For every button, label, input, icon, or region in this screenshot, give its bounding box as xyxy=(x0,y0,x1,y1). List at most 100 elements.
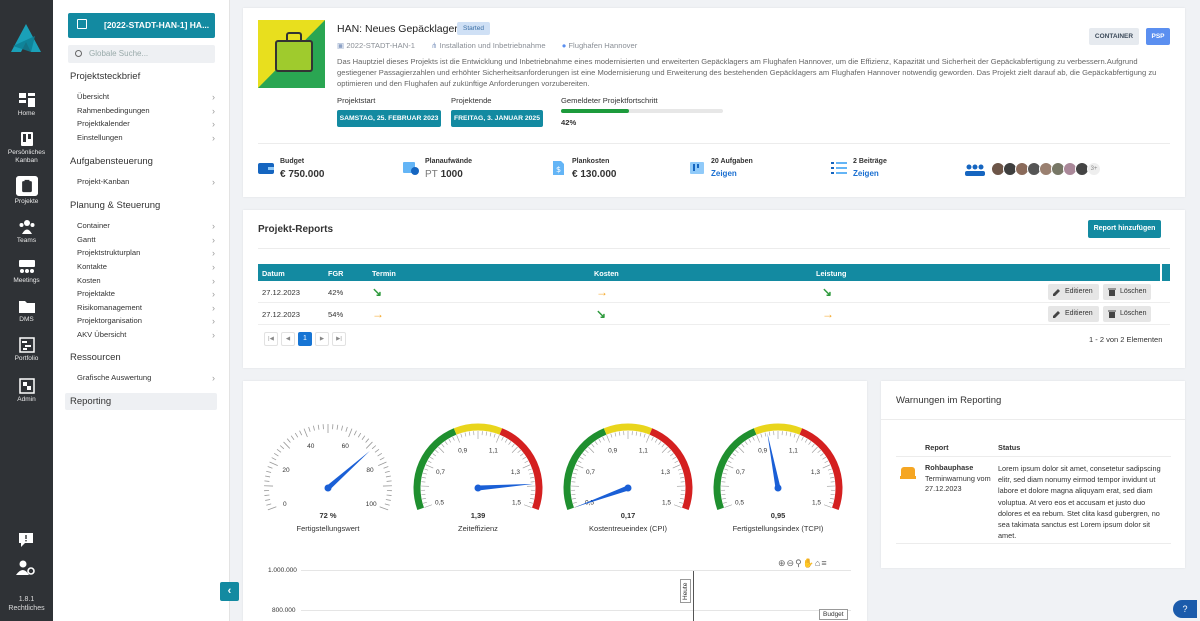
gauge-tick xyxy=(829,498,834,500)
currency: € xyxy=(280,169,286,180)
nav-label: Rahmenbedingungen xyxy=(77,106,150,115)
gauge-tick xyxy=(661,443,665,448)
gauge-tick xyxy=(357,432,362,438)
nav-item-gantt[interactable]: Gantt › xyxy=(77,235,215,245)
gauge-tick xyxy=(817,449,821,454)
prev-page-button[interactable]: ◀ xyxy=(281,332,295,346)
next-page-button[interactable]: ▶ xyxy=(315,332,329,346)
page-button[interactable]: 1 xyxy=(298,332,312,346)
help-button[interactable]: ? xyxy=(1173,600,1197,618)
edit-button[interactable]: Editieren xyxy=(1048,284,1099,300)
container-button[interactable]: CONTAINER xyxy=(1089,28,1139,45)
gauge-tick xyxy=(464,432,467,437)
zoom-select-icon[interactable]: ⚲ xyxy=(795,558,803,568)
nav-item-projekt-kanban[interactable]: Projekt-Kanban › xyxy=(77,177,215,187)
nav-item-kontakte[interactable]: Kontakte › xyxy=(77,262,215,272)
legal-link[interactable]: Rechtliches xyxy=(0,604,53,613)
chevron-right-icon: › xyxy=(212,262,215,272)
delete-button[interactable]: Löschen xyxy=(1103,284,1151,300)
gauge-tick xyxy=(264,480,270,482)
delete-button[interactable]: Löschen xyxy=(1103,306,1151,322)
nav-item-projektkalender[interactable]: Projektkalender › xyxy=(77,119,215,129)
zoom-out-icon[interactable]: ⊖ xyxy=(787,558,796,568)
gauge-tick xyxy=(827,468,832,471)
table-row: 27.12.2023 42% ↘ → ↘ Editieren Löschen xyxy=(258,281,1170,303)
end-date-button[interactable]: FREITAG, 3. JANUAR 2025 xyxy=(451,110,543,127)
rail-item-meetings[interactable]: Meetings xyxy=(0,259,53,285)
global-search-input[interactable]: Globale Suche... xyxy=(68,45,215,63)
unit: PT xyxy=(425,169,438,180)
rail-label: Admin xyxy=(17,396,36,403)
gauge-tick xyxy=(796,435,800,443)
project-thumbnail xyxy=(258,20,325,88)
col-fgr[interactable]: FGR xyxy=(328,269,343,278)
rail-item-admin[interactable]: Admin xyxy=(0,378,53,404)
gauge-cpi: 0,50,70,9 1,11,31,5 xyxy=(563,423,693,511)
zoom-in-icon[interactable]: ⊕ xyxy=(778,558,787,568)
rail-item-dms[interactable]: DMS xyxy=(0,298,53,324)
gauge-tick xyxy=(572,472,577,475)
nav-item-reporting[interactable]: Reporting xyxy=(65,393,217,410)
collapse-sidebar-button[interactable]: ‹ xyxy=(220,582,239,601)
start-date-button[interactable]: SAMSTAG, 25. FEBRUAR 2023 xyxy=(337,110,441,127)
nav-item-risikomanagement[interactable]: Risikomanagement › xyxy=(77,303,215,313)
edit-button[interactable]: Editieren xyxy=(1048,306,1099,322)
gauge-tick xyxy=(573,501,578,504)
pan-icon[interactable]: ✋ xyxy=(803,558,815,568)
feedback-icon[interactable] xyxy=(17,532,35,548)
end-label: Projektende xyxy=(451,96,492,105)
rail-item-portfolio[interactable]: Portfolio xyxy=(0,337,53,363)
gauge-tick xyxy=(822,456,827,460)
nav-item-uebersicht[interactable]: Übersicht › xyxy=(77,92,215,102)
gauge-tick-label: 0,9 xyxy=(608,447,617,454)
col-leistung[interactable]: Leistung xyxy=(816,269,846,278)
warning-report-name[interactable]: Rohbauphase xyxy=(925,463,973,472)
gauge-tick xyxy=(618,431,621,436)
tasks-show-link[interactable]: Zeigen xyxy=(711,169,737,178)
nav-item-akv-uebersicht[interactable]: AKV Übersicht › xyxy=(77,330,215,340)
gauge-tick xyxy=(528,501,533,504)
gauge-tick xyxy=(582,453,586,457)
first-page-button[interactable]: |◀ xyxy=(264,332,278,346)
nav-item-kosten[interactable]: Kosten › xyxy=(77,276,215,286)
rail-item-home[interactable]: Home xyxy=(0,92,53,118)
gauge-tick xyxy=(371,445,377,450)
nav-label: Projektkalender xyxy=(77,119,130,128)
gauge-tick xyxy=(828,501,833,504)
nav-item-einstellungen[interactable]: Einstellungen › xyxy=(77,133,215,143)
rail-item-teams[interactable]: Teams xyxy=(0,219,53,245)
last-page-button[interactable]: ▶| xyxy=(332,332,346,346)
psp-button[interactable]: PSP xyxy=(1146,28,1170,45)
stat-label: 2 Beiträge xyxy=(853,158,887,165)
project-switch-button[interactable]: [2022-STADT-HAN-1] HA... xyxy=(68,13,215,38)
nav-item-projektakte[interactable]: Projektakte › xyxy=(77,289,215,299)
gauge-tick xyxy=(577,460,582,464)
nav-item-projektstrukturplan[interactable]: Projektstrukturplan › xyxy=(77,248,215,258)
col-kosten[interactable]: Kosten xyxy=(594,269,619,278)
more-members-badge[interactable]: 3+ xyxy=(1087,162,1101,176)
user-settings-icon[interactable] xyxy=(16,560,36,576)
app-logo-icon[interactable] xyxy=(9,22,43,54)
gauge-tick xyxy=(421,477,426,479)
add-report-button[interactable]: Report hinzufügen xyxy=(1088,220,1161,238)
nav-label: Projektakte xyxy=(77,289,115,298)
nav-item-projektorganisation[interactable]: Projektorganisation › xyxy=(77,316,215,326)
rail-item-kanban[interactable]: Persönliches Kanban xyxy=(0,131,53,165)
progress-fill xyxy=(561,109,630,113)
gauge-tick xyxy=(735,449,739,454)
rail-item-projekte[interactable]: Projekte xyxy=(0,176,53,206)
nav-item-rahmenbedingungen[interactable]: Rahmenbedingungen › xyxy=(77,106,215,116)
chevron-right-icon: › xyxy=(212,316,215,326)
trend-down-right-icon: ↘ xyxy=(822,285,833,299)
gauge-tick-label: 0,9 xyxy=(458,447,467,454)
nav-label: Kontakte xyxy=(77,262,107,271)
nav-item-container[interactable]: Container › xyxy=(77,221,215,231)
status-badge: Started xyxy=(457,22,490,35)
gauge-tick xyxy=(741,443,745,448)
col-termin[interactable]: Termin xyxy=(372,269,396,278)
col-datum[interactable]: Datum xyxy=(262,269,285,278)
menu-icon[interactable]: ≡ xyxy=(821,558,827,568)
posts-show-link[interactable]: Zeigen xyxy=(853,169,879,178)
nav-item-grafische-auswertung[interactable]: Grafische Auswertung › xyxy=(77,373,215,383)
gauge-tick-label: 0,9 xyxy=(758,447,767,454)
